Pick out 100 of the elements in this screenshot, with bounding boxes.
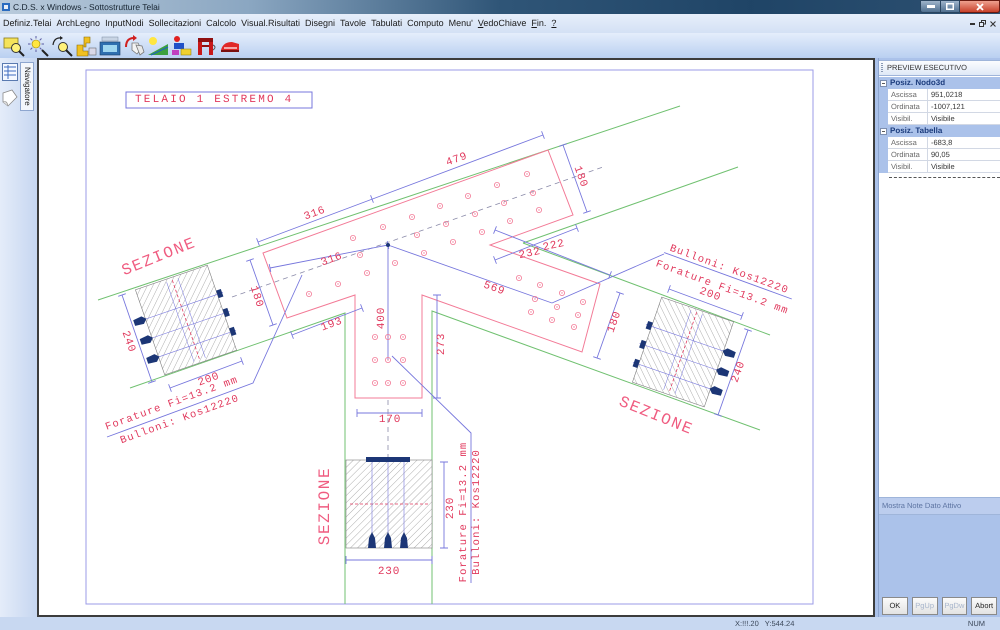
minimize-button[interactable] bbox=[920, 0, 941, 13]
bolt-hole-icon bbox=[385, 380, 391, 386]
bolt-hole-icon bbox=[536, 207, 542, 213]
bolt-hole-icon bbox=[364, 270, 370, 276]
switch-panel-icon[interactable] bbox=[99, 34, 121, 56]
dimension-label: 240 bbox=[730, 360, 748, 384]
maximize-icon bbox=[946, 3, 954, 10]
bolt-hole-icon bbox=[372, 334, 378, 340]
bolt-hole-icon bbox=[409, 214, 415, 220]
dimension-label: 316 bbox=[320, 250, 344, 270]
menu-item[interactable]: VedoChiave bbox=[478, 19, 526, 28]
annotation-text: Forature Fi=13.2 mm bbox=[458, 442, 470, 582]
node-marker-icon bbox=[386, 243, 390, 247]
collapse-icon[interactable] bbox=[880, 128, 887, 134]
bolt-hole-icon bbox=[580, 299, 586, 305]
dimension-label: 569 bbox=[482, 280, 506, 298]
bolt-hole-icon bbox=[357, 252, 363, 258]
dimension-label: 240 bbox=[118, 330, 138, 354]
bolt-hole-icon bbox=[532, 296, 538, 302]
sun-magnifier-icon[interactable] bbox=[27, 34, 49, 56]
property-category[interactable]: Posiz. Nodo3d bbox=[879, 77, 1000, 89]
minimize-icon[interactable] bbox=[970, 22, 975, 24]
bolt-hole-icon bbox=[549, 317, 555, 323]
bolt-hole-icon bbox=[437, 203, 443, 209]
bolt-hole-icon bbox=[400, 334, 406, 340]
dimension-label: 180 bbox=[246, 284, 266, 310]
dimension-line bbox=[558, 143, 592, 214]
bolt-hole-icon bbox=[392, 260, 398, 266]
category-label: Posiz. Tabella bbox=[890, 127, 942, 135]
bolt-hole-icon bbox=[501, 200, 507, 206]
menu-item[interactable]: Tabulati bbox=[371, 19, 402, 28]
bolt-hole-icon bbox=[465, 193, 471, 199]
page-icon[interactable] bbox=[2, 89, 18, 107]
collapse-icon[interactable] bbox=[880, 80, 887, 86]
dimension-label: 230 bbox=[378, 566, 400, 578]
dimension-label: 193 bbox=[320, 316, 344, 334]
dimension-line bbox=[592, 291, 624, 360]
menu-item[interactable]: Disegni bbox=[305, 19, 336, 28]
menu-item[interactable]: ArchLegno bbox=[56, 19, 100, 28]
drawing-title: TELAIO 1 ESTREMO 4 bbox=[126, 92, 312, 108]
bolt-hole-icon bbox=[380, 224, 386, 230]
close-icon bbox=[976, 2, 984, 10]
bolt-hole-icon bbox=[494, 182, 500, 188]
bolt-hole-icon bbox=[559, 290, 565, 296]
menu-item[interactable]: Calcolo bbox=[206, 19, 236, 28]
bolt-hole-icon bbox=[479, 229, 485, 235]
menu-item[interactable]: Fin. bbox=[531, 19, 546, 28]
bolt-hole-icon bbox=[524, 171, 530, 177]
bolt-hole-icon bbox=[443, 221, 449, 227]
annotation-text: Bulloni: Kos12220 bbox=[471, 449, 483, 575]
bolt-hole-icon bbox=[472, 211, 478, 217]
category-label: Posiz. Nodo3d bbox=[890, 79, 946, 87]
dimension-label: 180 bbox=[606, 310, 624, 334]
bolt-hole-icon bbox=[537, 282, 543, 288]
bolt-hole-icon bbox=[421, 250, 427, 256]
menu-item[interactable]: Sollecitazioni bbox=[148, 19, 202, 28]
bolt-hole-icon bbox=[528, 309, 534, 315]
blocks-icon[interactable] bbox=[171, 34, 193, 56]
dimension-label: 400 bbox=[376, 306, 388, 330]
bolt-hole-icon bbox=[372, 357, 378, 363]
dimension-label: 170 bbox=[378, 414, 402, 426]
magnifier-icon[interactable] bbox=[51, 34, 73, 56]
bolt-hole-icon bbox=[306, 291, 312, 297]
menu-item[interactable]: Computo bbox=[407, 19, 444, 28]
navigator-tab[interactable]: Navigatore bbox=[20, 62, 34, 111]
bolt-hole-icon bbox=[450, 239, 456, 245]
menu-item[interactable]: Definiz.Telai bbox=[3, 19, 52, 28]
dimension-label: 222 bbox=[542, 238, 566, 254]
bolt-hole-icon bbox=[335, 281, 341, 287]
window-title: C.D.S. x Windows - Sottostrutture Telai bbox=[13, 2, 160, 12]
maximize-button[interactable] bbox=[941, 0, 960, 13]
bolt-hole-icon bbox=[414, 232, 420, 238]
bolt-hole-icon bbox=[385, 334, 391, 340]
dimension-label: 232 bbox=[518, 246, 542, 262]
grid-icon[interactable] bbox=[2, 63, 18, 81]
bolt-hole-icon bbox=[372, 380, 378, 386]
slope-icon[interactable] bbox=[147, 34, 169, 56]
bolt-hole-icon bbox=[400, 380, 406, 386]
close-button[interactable] bbox=[960, 0, 1000, 13]
dimension-label: 230 bbox=[445, 496, 457, 520]
menu-item[interactable]: Tavole bbox=[340, 19, 366, 28]
property-category[interactable]: Posiz. Tabella bbox=[879, 125, 1000, 137]
close-icon[interactable] bbox=[990, 20, 996, 26]
bolt-hole-icon bbox=[554, 304, 560, 310]
dimension-label: 479 bbox=[444, 150, 470, 170]
menu-item[interactable]: Menu' bbox=[448, 19, 473, 28]
menu-item[interactable]: ? bbox=[551, 19, 556, 28]
restore-icon[interactable] bbox=[979, 20, 986, 27]
dimension-label: 180 bbox=[570, 164, 590, 190]
rotate-icon[interactable] bbox=[123, 34, 145, 56]
bolt-hole-icon bbox=[400, 357, 406, 363]
bolt-hole-icon bbox=[385, 357, 391, 363]
section-label: SEZIONE bbox=[316, 466, 334, 546]
menu-item[interactable]: Visual.Risultati bbox=[241, 19, 300, 28]
bolt-hole-icon bbox=[350, 235, 356, 241]
zoom-box-icon[interactable] bbox=[3, 34, 25, 56]
app-icon bbox=[2, 3, 10, 11]
minimize-icon bbox=[926, 5, 934, 8]
menu-item[interactable]: InputNodi bbox=[105, 19, 144, 28]
dimension-label: 316 bbox=[302, 204, 328, 224]
